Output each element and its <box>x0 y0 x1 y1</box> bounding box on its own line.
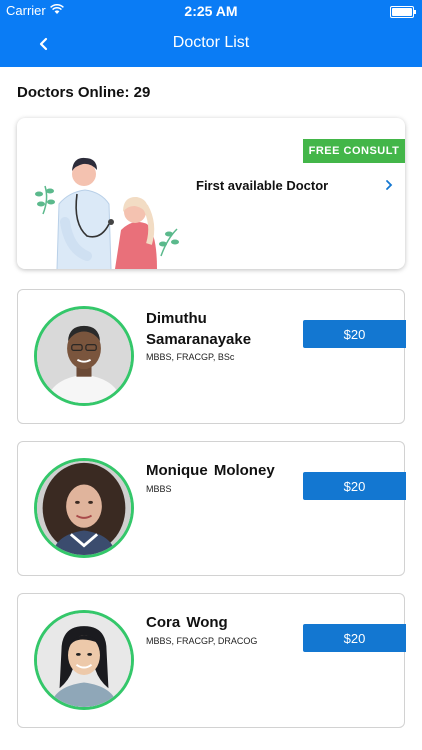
status-bar: Carrier 2:25 AM <box>0 0 422 22</box>
first-available-card[interactable]: FREE CONSULT First available Doctor <box>17 118 405 269</box>
consult-price-button[interactable]: $20 <box>303 320 406 348</box>
doctor-qualifications: MBBS, FRACGP, DRACOG <box>146 636 258 646</box>
doctor-avatar <box>34 458 134 558</box>
doctor-avatar <box>34 610 134 710</box>
doctor-card[interactable]: Cora Wong MBBS, FRACGP, DRACOG $20 <box>17 593 406 728</box>
doctor-photo-icon <box>37 461 131 555</box>
doctor-photo-icon <box>37 309 131 403</box>
first-available-label: First available Doctor <box>196 178 329 193</box>
doctor-name: Cora Wong <box>146 614 228 631</box>
doctor-photo-icon <box>37 613 131 707</box>
doctor-qualifications: MBBS, FRACGP, BSc <box>146 352 235 362</box>
consult-price-button[interactable]: $20 <box>303 472 406 500</box>
doctor-avatar <box>34 306 134 406</box>
doctor-qualifications: MBBS <box>146 484 172 494</box>
page-title: Doctor List <box>172 34 250 51</box>
chevron-right-icon <box>386 180 393 190</box>
doctor-name: Dimuthu Samaranayake <box>146 310 252 348</box>
free-consult-badge: FREE CONSULT <box>303 139 405 163</box>
doctor-patient-illustration <box>35 157 179 269</box>
doctor-card[interactable]: Monique Moloney MBBS $20 <box>17 441 406 576</box>
consult-price-button[interactable]: $20 <box>303 624 406 652</box>
doctors-online-count: Doctors Online: 29 <box>17 84 151 101</box>
battery-icon <box>390 6 416 18</box>
doctor-name: Monique Moloney <box>146 462 275 479</box>
nav-bar: Doctor List <box>0 22 422 67</box>
doctor-card[interactable]: Dimuthu Samaranayake MBBS, FRACGP, BSc $… <box>17 289 406 424</box>
status-time: 2:25 AM <box>184 3 238 19</box>
